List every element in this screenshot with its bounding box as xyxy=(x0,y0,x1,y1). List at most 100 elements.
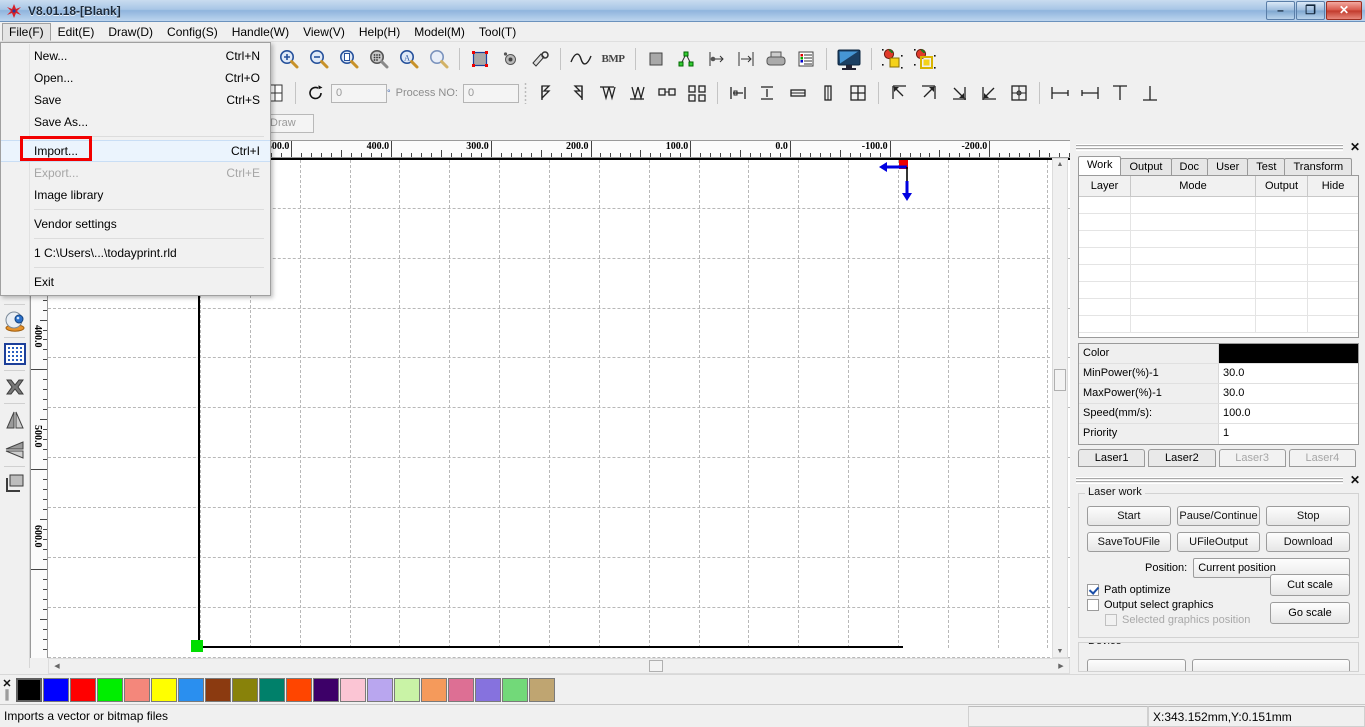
mirror-h-icon[interactable] xyxy=(532,79,562,107)
layer-table-row[interactable] xyxy=(1079,299,1358,316)
menu-draw[interactable]: Draw(D) xyxy=(101,23,160,41)
pen-edit-icon[interactable] xyxy=(525,45,555,73)
menu-help[interactable]: Help(H) xyxy=(352,23,407,41)
measure-top-icon[interactable] xyxy=(1105,79,1135,107)
align-right-icon[interactable] xyxy=(783,79,813,107)
layer-properties-table[interactable]: Color MinPower(%)-1 30.0 MaxPower(%)-1 3… xyxy=(1078,343,1359,445)
property-row-minpower[interactable]: MinPower(%)-1 30.0 xyxy=(1079,364,1358,384)
property-value-minpower[interactable]: 30.0 xyxy=(1219,364,1358,383)
align-tr-icon[interactable] xyxy=(914,79,944,107)
measure-left-icon[interactable] xyxy=(1045,79,1075,107)
rect-select-icon[interactable] xyxy=(465,45,495,73)
laser-panel-drag-grip[interactable] xyxy=(1076,477,1343,484)
palette-grip-icon[interactable]: ∥ xyxy=(0,689,14,701)
close-x-icon[interactable] xyxy=(0,372,30,402)
menu-item-image-library[interactable]: Image library xyxy=(1,184,270,206)
close-laser-panel-icon[interactable]: ✕ xyxy=(1350,473,1360,487)
palette-swatch[interactable] xyxy=(97,677,123,702)
laser-tab-1[interactable]: Laser1 xyxy=(1078,449,1146,467)
palette-swatch[interactable] xyxy=(502,677,528,702)
process-no-input[interactable]: 0 xyxy=(462,83,519,103)
start-button[interactable]: Start xyxy=(1087,506,1171,526)
fill-icon[interactable] xyxy=(641,45,671,73)
download-button[interactable]: Download xyxy=(1266,532,1351,552)
tab-user[interactable]: User xyxy=(1207,158,1249,175)
restore-button[interactable]: ❐ xyxy=(1296,0,1325,20)
menu-item-import[interactable]: Import... Ctrl+I xyxy=(1,140,270,162)
array-h-icon[interactable] xyxy=(652,79,682,107)
palette-swatch[interactable] xyxy=(475,677,501,702)
palette-swatches[interactable] xyxy=(16,677,556,702)
tab-test[interactable]: Test xyxy=(1247,158,1286,175)
minimize-button[interactable]: – xyxy=(1266,0,1295,20)
vertical-scroll-thumb[interactable] xyxy=(1054,369,1066,391)
palette-swatch[interactable] xyxy=(16,677,42,702)
capture-camera-icon[interactable] xyxy=(0,306,30,336)
layer-list-icon[interactable] xyxy=(791,45,821,73)
menu-file[interactable]: File(F) xyxy=(2,22,51,41)
output-preview-alt-icon[interactable] xyxy=(909,45,941,73)
palette-swatch[interactable] xyxy=(178,677,204,702)
align-center-icon[interactable] xyxy=(1004,79,1034,107)
offset-box-icon[interactable] xyxy=(0,468,30,498)
menu-item-open[interactable]: Open... Ctrl+O xyxy=(1,67,270,89)
offset-left-icon[interactable] xyxy=(701,45,731,73)
palette-swatch[interactable] xyxy=(313,677,339,702)
flip-v-icon[interactable] xyxy=(622,79,652,107)
node-edit-icon[interactable] xyxy=(495,45,525,73)
zoom-in-icon[interactable] xyxy=(274,45,304,73)
zoom-page-icon[interactable] xyxy=(334,45,364,73)
align-top-icon[interactable] xyxy=(813,79,843,107)
property-row-color[interactable]: Color xyxy=(1079,344,1358,364)
close-palette-icon[interactable]: ✕ xyxy=(0,678,14,690)
palette-swatch[interactable] xyxy=(367,677,393,702)
canvas-horizontal-scrollbar[interactable]: ◀ ▶ xyxy=(48,658,1070,674)
measure-right-icon[interactable] xyxy=(1075,79,1105,107)
menu-item-exit[interactable]: Exit xyxy=(1,271,270,293)
property-value-speed[interactable]: 100.0 xyxy=(1219,404,1358,423)
menu-edit[interactable]: Edit(E) xyxy=(51,23,102,41)
print-icon[interactable] xyxy=(761,45,791,73)
property-value-color[interactable] xyxy=(1219,344,1358,363)
scroll-left-arrow[interactable]: ◀ xyxy=(51,662,63,670)
mirror-horizontal-icon[interactable] xyxy=(0,405,30,435)
output-preview-icon[interactable] xyxy=(877,45,909,73)
preview-monitor-icon[interactable] xyxy=(832,45,866,73)
palette-swatch[interactable] xyxy=(394,677,420,702)
palette-swatch[interactable] xyxy=(205,677,231,702)
menu-handle[interactable]: Handle(W) xyxy=(225,23,296,41)
device-button-1[interactable] xyxy=(1087,659,1187,671)
palette-swatch[interactable] xyxy=(340,677,366,702)
mirror-v-icon[interactable] xyxy=(562,79,592,107)
palette-swatch[interactable] xyxy=(124,677,150,702)
cut-scale-button[interactable]: Cut scale xyxy=(1270,574,1350,596)
property-row-maxpower[interactable]: MaxPower(%)-1 30.0 xyxy=(1079,384,1358,404)
close-button[interactable]: ✕ xyxy=(1326,0,1362,20)
device-button-2[interactable] xyxy=(1192,659,1350,671)
close-layer-panel-icon[interactable]: ✕ xyxy=(1350,140,1360,154)
menu-item-1-c-users-todayprint-rld[interactable]: 1 C:\Users\...\todayprint.rld xyxy=(1,242,270,264)
layer-table-row[interactable] xyxy=(1079,282,1358,299)
dot-matrix-icon[interactable] xyxy=(0,339,30,369)
canvas-vertical-scrollbar[interactable]: ▲ ▼ xyxy=(1052,158,1068,658)
menu-tool[interactable]: Tool(T) xyxy=(472,23,523,41)
tab-transform[interactable]: Transform xyxy=(1284,158,1353,175)
layer-table-row[interactable] xyxy=(1079,265,1358,282)
zoom-out-icon[interactable] xyxy=(304,45,334,73)
property-value-priority[interactable]: 1 xyxy=(1219,424,1358,444)
property-row-priority[interactable]: Priority 1 xyxy=(1079,424,1358,444)
layer-table-row[interactable] xyxy=(1079,248,1358,265)
save-to-ufile-button[interactable]: SaveToUFile xyxy=(1087,532,1171,552)
scroll-up-arrow[interactable]: ▲ xyxy=(1053,161,1067,168)
node-tool-icon[interactable] xyxy=(671,45,701,73)
draw-mode-button[interactable]: Draw xyxy=(264,113,314,133)
align-bl-icon[interactable] xyxy=(974,79,1004,107)
align-left-icon[interactable] xyxy=(723,79,753,107)
ufile-output-button[interactable]: UFileOutput xyxy=(1176,532,1261,552)
mirror-vertical-icon[interactable] xyxy=(0,435,30,465)
zoom-all-icon[interactable]: A xyxy=(394,45,424,73)
output-select-graphics-checkbox[interactable] xyxy=(1087,599,1099,611)
rotate-icon[interactable] xyxy=(301,79,331,107)
rotate-angle-input[interactable]: 0 xyxy=(331,83,387,103)
path-optimize-checkbox[interactable] xyxy=(1087,584,1099,596)
